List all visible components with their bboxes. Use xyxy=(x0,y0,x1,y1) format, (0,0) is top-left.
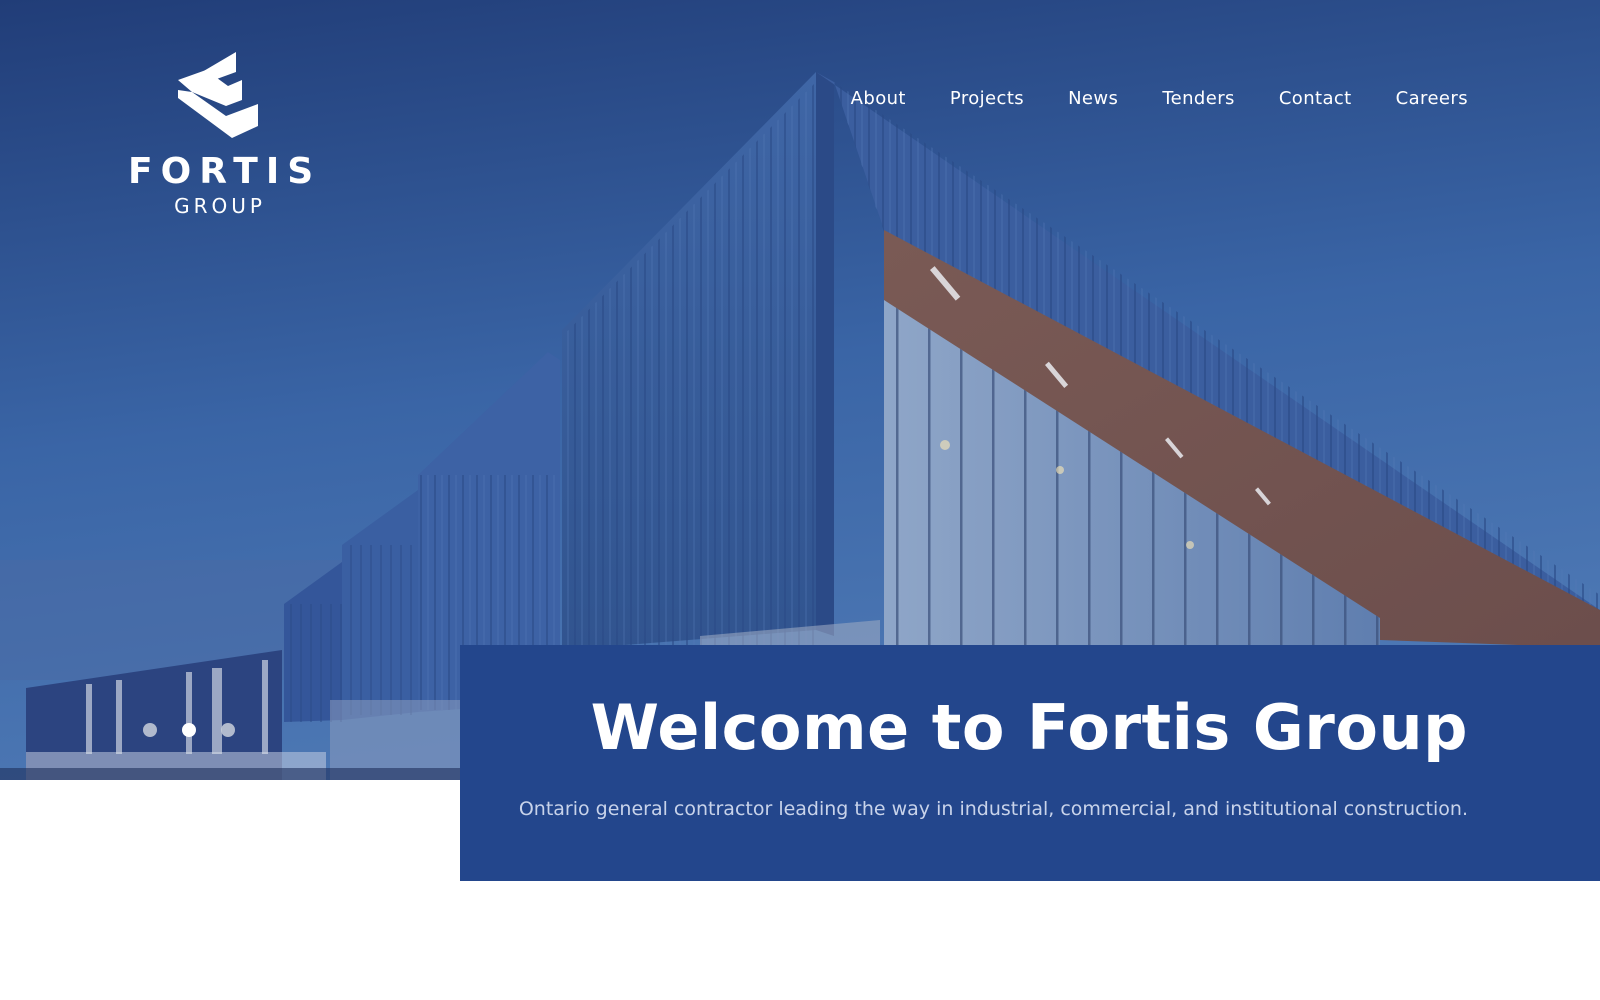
welcome-panel: Welcome to Fortis Group Ontario general … xyxy=(460,645,1600,881)
page-title: Welcome to Fortis Group xyxy=(590,691,1468,764)
brand-name: FORTIS xyxy=(128,151,322,192)
fortis-logo-icon xyxy=(178,52,258,138)
fortis-logo[interactable]: FORTIS GROUP xyxy=(128,52,322,222)
slider-dot-2[interactable] xyxy=(182,723,196,737)
nav-item-tenders[interactable]: Tenders xyxy=(1162,86,1235,112)
slider-dot-1[interactable] xyxy=(143,723,157,737)
nav-item-contact[interactable]: Contact xyxy=(1279,86,1352,112)
hero-description: Ontario general contractor leading the w… xyxy=(518,798,1468,820)
slider-pagination xyxy=(143,723,260,737)
brand-subtitle: GROUP xyxy=(174,194,266,218)
nav-item-news[interactable]: News xyxy=(1068,86,1118,112)
nav-item-careers[interactable]: Careers xyxy=(1396,86,1468,112)
nav-item-about[interactable]: About xyxy=(851,86,906,112)
slider-dot-3[interactable] xyxy=(221,723,235,737)
main-navigation: About Projects News Tenders Contact Care… xyxy=(807,86,1468,112)
nav-item-projects[interactable]: Projects xyxy=(950,86,1024,112)
